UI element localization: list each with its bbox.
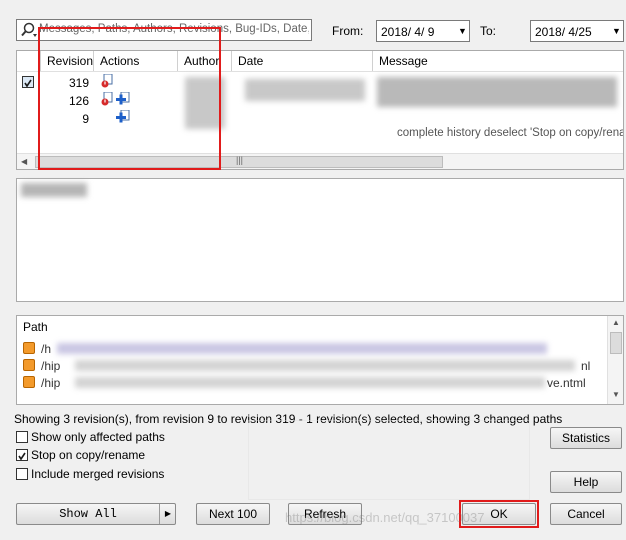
path-row[interactable]: /hip ve.ntml xyxy=(17,374,607,391)
show-only-affected-checkbox[interactable] xyxy=(16,431,28,443)
blurred-log-message xyxy=(21,183,87,197)
message-snippet: complete history deselect 'Stop on copy/… xyxy=(397,127,624,139)
from-label: From: xyxy=(332,24,364,38)
show-only-affected-label[interactable]: Show only affected paths xyxy=(31,430,165,444)
from-date-picker[interactable]: 2018/ 4/ 9 ▼ xyxy=(376,20,470,42)
path-text: /hip xyxy=(41,376,61,390)
path-text-end: nl xyxy=(581,359,591,373)
blurred-date xyxy=(245,79,365,101)
background-dialog-ghost xyxy=(248,420,530,500)
blurred-path xyxy=(75,360,575,371)
blurred-path xyxy=(75,377,545,388)
scrollbar-thumb[interactable] xyxy=(610,332,622,354)
path-row[interactable]: /h xyxy=(17,340,607,357)
dropdown-arrow-icon[interactable]: ▶ xyxy=(159,504,176,524)
path-text: /h xyxy=(41,342,52,356)
file-icon xyxy=(23,342,35,354)
grip-icon: ||| xyxy=(236,155,244,165)
vertical-scrollbar[interactable]: ▲ ▼ xyxy=(607,316,623,404)
statistics-button[interactable]: Statistics xyxy=(550,427,622,449)
watermark: https://blog.csdn.net/qq_37100037 xyxy=(285,510,485,525)
chevron-down-icon[interactable]: ▼ xyxy=(612,26,621,36)
path-row[interactable]: /hip nl xyxy=(17,357,607,374)
include-merged-checkbox[interactable] xyxy=(16,468,28,480)
file-icon xyxy=(23,376,35,388)
to-date-picker[interactable]: 2018/ 4/25 ▼ xyxy=(530,20,624,42)
scroll-left-icon[interactable]: ◀ xyxy=(21,157,27,166)
path-column-header[interactable]: Path xyxy=(23,320,48,334)
show-all-label: Show All xyxy=(59,507,117,521)
include-merged-label[interactable]: Include merged revisions xyxy=(31,467,164,481)
changed-paths-list[interactable]: Path /h /hip nl /hip ve.ntml ▲ ▼ xyxy=(16,315,624,405)
cancel-button[interactable]: Cancel xyxy=(550,503,622,525)
blurred-message xyxy=(377,77,617,107)
to-label: To: xyxy=(480,24,497,38)
stop-on-copy-checkbox[interactable] xyxy=(16,449,28,461)
stop-on-copy-label[interactable]: Stop on copy/rename xyxy=(31,448,145,462)
scroll-up-icon[interactable]: ▲ xyxy=(612,318,620,327)
file-icon xyxy=(23,359,35,371)
help-button[interactable]: Help xyxy=(550,471,622,493)
highlight-box-revision-actions xyxy=(38,27,221,170)
search-icon[interactable] xyxy=(20,22,38,38)
blurred-path xyxy=(57,343,547,354)
path-text-end: ve.ntml xyxy=(547,376,586,390)
show-all-button[interactable]: Show All ▶ xyxy=(16,503,176,525)
scroll-down-icon[interactable]: ▼ xyxy=(612,390,620,399)
from-date-value: 2018/ 4/ 9 xyxy=(381,25,435,39)
next-100-button[interactable]: Next 100 xyxy=(196,503,270,525)
path-text: /hip xyxy=(41,359,61,373)
log-message-panel[interactable] xyxy=(16,178,624,302)
column-header-date[interactable]: Date xyxy=(232,51,373,71)
column-header-message[interactable]: Message xyxy=(373,51,623,71)
row-checkbox[interactable] xyxy=(22,76,34,88)
chevron-down-icon[interactable]: ▼ xyxy=(458,26,467,36)
to-date-value: 2018/ 4/25 xyxy=(535,25,592,39)
